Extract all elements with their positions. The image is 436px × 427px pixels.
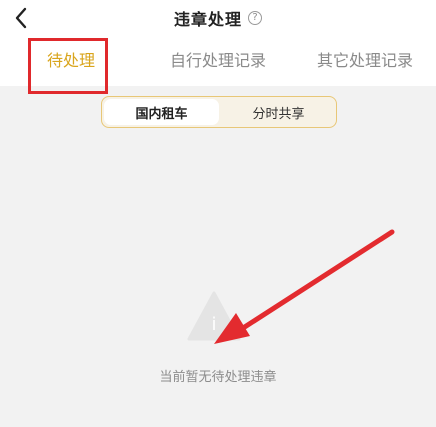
segment-domestic-rental[interactable]: 国内租车: [104, 99, 219, 125]
tab-self-handled-records[interactable]: 自行处理记录: [170, 47, 266, 71]
title-bar: 违章处理 ?: [0, 7, 436, 29]
page-title: 违章处理: [173, 10, 242, 29]
tab-other-handled-records[interactable]: 其它处理记录: [317, 47, 413, 71]
segment-time-sharing[interactable]: 分时共享: [221, 97, 336, 127]
empty-warning-icon: i: [187, 291, 241, 341]
rental-type-segment: 国内租车 分时共享: [101, 96, 337, 128]
empty-state-message: 当前暂无待处理违章: [159, 370, 277, 385]
empty-icon-glyph: i: [211, 314, 216, 335]
header: 违章处理 ? 待处理 自行处理记录 其它处理记录: [0, 0, 436, 94]
help-icon[interactable]: ?: [248, 11, 262, 25]
tab-pending[interactable]: 待处理: [47, 47, 95, 71]
violation-page: 违章处理 ? 待处理 自行处理记录 其它处理记录 国内租车 分时共享 i 当前暂…: [0, 0, 436, 427]
